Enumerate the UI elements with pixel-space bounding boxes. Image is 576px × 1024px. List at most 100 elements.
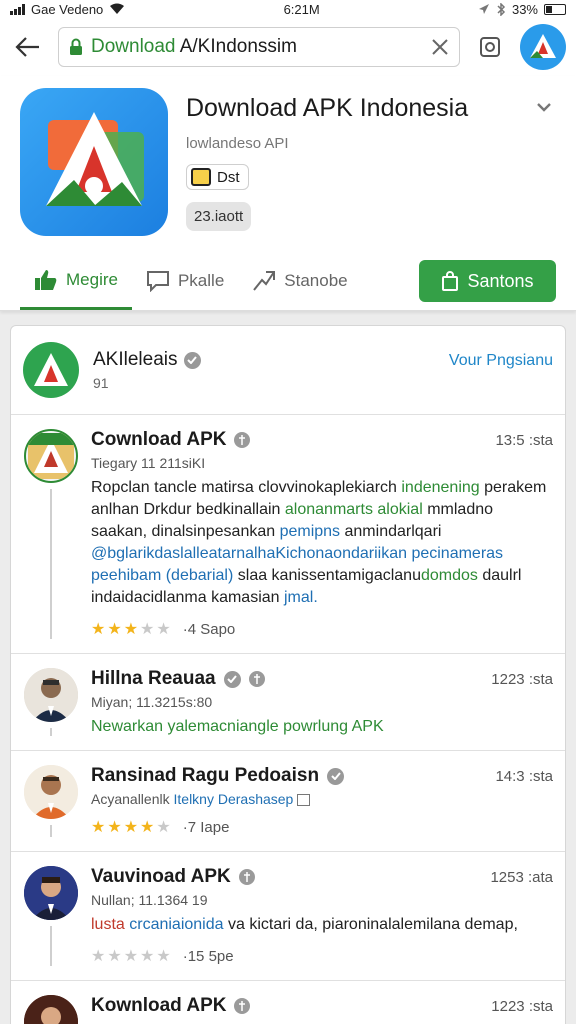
clock: 6:21M xyxy=(283,1,320,17)
user-avatar xyxy=(24,995,78,1024)
app-logo-icon xyxy=(530,34,556,58)
pin-icon xyxy=(234,432,251,448)
post-text-segment[interactable]: jmal. xyxy=(284,589,318,606)
post-text-segment[interactable]: pemipns xyxy=(280,523,340,540)
post-text-segment: anmindarlqari xyxy=(340,523,442,540)
clear-icon[interactable] xyxy=(431,38,449,56)
post-lead: lusta xyxy=(91,916,125,933)
like-action[interactable]: Megire xyxy=(20,252,132,310)
app-developer: lowlandeso API xyxy=(186,135,289,152)
post-item[interactable]: Hillna Reauaa 1223 :sta Miyan; 11.3215s:… xyxy=(11,654,565,751)
person-icon xyxy=(24,668,78,722)
person-icon xyxy=(24,995,78,1024)
pin-icon xyxy=(248,671,265,687)
star-icon: ★ xyxy=(107,621,122,638)
star-icon: ★ xyxy=(156,621,171,638)
chevron-down-icon[interactable] xyxy=(536,102,552,112)
content-rating-badge: Dst xyxy=(186,164,249,190)
star-icon: ★ xyxy=(107,948,122,965)
post-rail xyxy=(23,866,79,966)
verified-icon xyxy=(183,351,201,369)
post-meta: Acyanallenlk Itelkny Derashasep xyxy=(91,791,553,807)
bag-icon xyxy=(442,271,459,291)
post-author: Vauvinoad APK xyxy=(91,866,231,887)
star-count: ·7 Iape xyxy=(182,818,230,836)
feed: AKIleleais 91 Vour Pngsianu Cownload APK… xyxy=(10,325,566,1024)
post-time: 14:3 :sta xyxy=(495,767,553,785)
star-icon: ★ xyxy=(91,948,106,965)
post-reply: Newarkan yalemacniangle powrlung APK xyxy=(91,718,384,735)
thread-line xyxy=(50,728,52,736)
post-author: Ransinad Ragu Pedoaisn xyxy=(91,765,320,786)
post-meta: Miyan; 11.3215s:80 xyxy=(91,694,213,710)
channel-name-text: AKIleleais xyxy=(93,349,178,370)
like-label: Megire xyxy=(66,269,118,289)
star-icon: ★ xyxy=(156,819,171,836)
star-rating: ★ ★ ★ ★ ★ ·7 Iape xyxy=(91,817,553,837)
post-text: lusta crcaniaionida va kictari da, piaro… xyxy=(91,914,553,936)
url-path: A/KIndonssim xyxy=(175,36,297,57)
back-button[interactable] xyxy=(10,29,46,65)
post-rail xyxy=(23,995,79,1024)
action-row: Megire Pkalle Stanobe Santons xyxy=(20,252,556,310)
install-button[interactable]: Santons xyxy=(419,260,556,302)
profile-button[interactable] xyxy=(520,24,566,70)
post-time: 1253 :ata xyxy=(490,868,553,886)
status-bar: Gae Vedeno 6:21M 33% xyxy=(0,0,576,18)
channel-name: AKIleleais xyxy=(93,349,201,371)
bluetooth-icon xyxy=(497,2,506,16)
address-bar[interactable]: Download A/KIndonssim xyxy=(58,27,460,67)
post-item[interactable]: Ransinad Ragu Pedoaisn 14:3 :sta Acyanal… xyxy=(11,751,565,852)
verified-icon xyxy=(223,670,241,688)
post-text-segment: slaa kanissentamigaclanu xyxy=(233,567,421,584)
user-avatar xyxy=(24,765,78,819)
star-icon: ★ xyxy=(107,819,122,836)
app-logo-icon xyxy=(28,433,74,479)
post-text-segment: alonanmarts alokial xyxy=(284,501,423,518)
tabs-icon xyxy=(480,37,500,57)
star-icon: ★ xyxy=(91,819,106,836)
channel-link[interactable]: Vour Pngsianu xyxy=(449,352,553,370)
post-meta-link[interactable]: Itelkny Derashasep xyxy=(174,791,294,807)
thread-line xyxy=(50,926,52,966)
comment-action[interactable]: Pkalle xyxy=(132,252,238,310)
app-header-card: Download APK Indonesia lowlandeso API Ds… xyxy=(0,76,576,311)
post-item[interactable]: Kownload APK 1223 :sta xyxy=(11,981,565,1024)
post-text-segment: domdos xyxy=(420,567,478,584)
post-item[interactable]: Vauvinoad APK 1253 :ata Nullan; 11.1364 … xyxy=(11,852,565,981)
star-icon: ★ xyxy=(123,948,139,965)
rating-label: Dst xyxy=(217,168,240,186)
tabs-button[interactable] xyxy=(472,29,508,65)
post-time: 1223 :sta xyxy=(491,997,553,1015)
pin-icon xyxy=(234,998,251,1014)
star-rating: ★ ★ ★ ★ ★ ·4 Sapo xyxy=(91,619,553,639)
battery-percent: 33% xyxy=(511,1,538,17)
channel-row[interactable]: AKIleleais 91 Vour Pngsianu xyxy=(11,326,565,415)
app-icon xyxy=(20,88,168,236)
post-text-segment: indenening xyxy=(401,479,480,496)
star-count: ·4 Sapo xyxy=(182,620,236,638)
share-action[interactable]: Stanobe xyxy=(238,252,361,310)
post-meta: Nullan; 11.1364 19 xyxy=(91,892,208,908)
app-logo-icon xyxy=(46,112,144,206)
star-icon: ★ xyxy=(140,621,155,638)
battery-icon xyxy=(544,3,566,15)
pin-icon xyxy=(238,869,255,885)
star-icon: ★ xyxy=(140,819,155,836)
person-icon xyxy=(24,866,78,920)
url-host: Download xyxy=(91,36,176,57)
post-lead-link[interactable]: crcaniaionida xyxy=(129,916,223,933)
star-icon: ★ xyxy=(123,819,139,836)
verified-icon xyxy=(327,767,345,785)
person-icon xyxy=(24,765,78,819)
post-rail xyxy=(23,668,79,736)
comment-icon xyxy=(146,271,169,292)
thumbs-up-icon xyxy=(35,269,57,290)
post-text: Ropclan tancle matirsa clovvinokaplekiar… xyxy=(91,477,553,609)
carrier-label: Gae Vedeno xyxy=(31,1,104,17)
user-avatar xyxy=(24,668,78,722)
install-label: Santons xyxy=(467,270,534,291)
post-item[interactable]: Cownload APK 13:5 :sta Tiegary 11 211siK… xyxy=(11,415,565,654)
url-text: Download A/KIndonssim xyxy=(91,36,423,58)
post-rail xyxy=(23,765,79,837)
